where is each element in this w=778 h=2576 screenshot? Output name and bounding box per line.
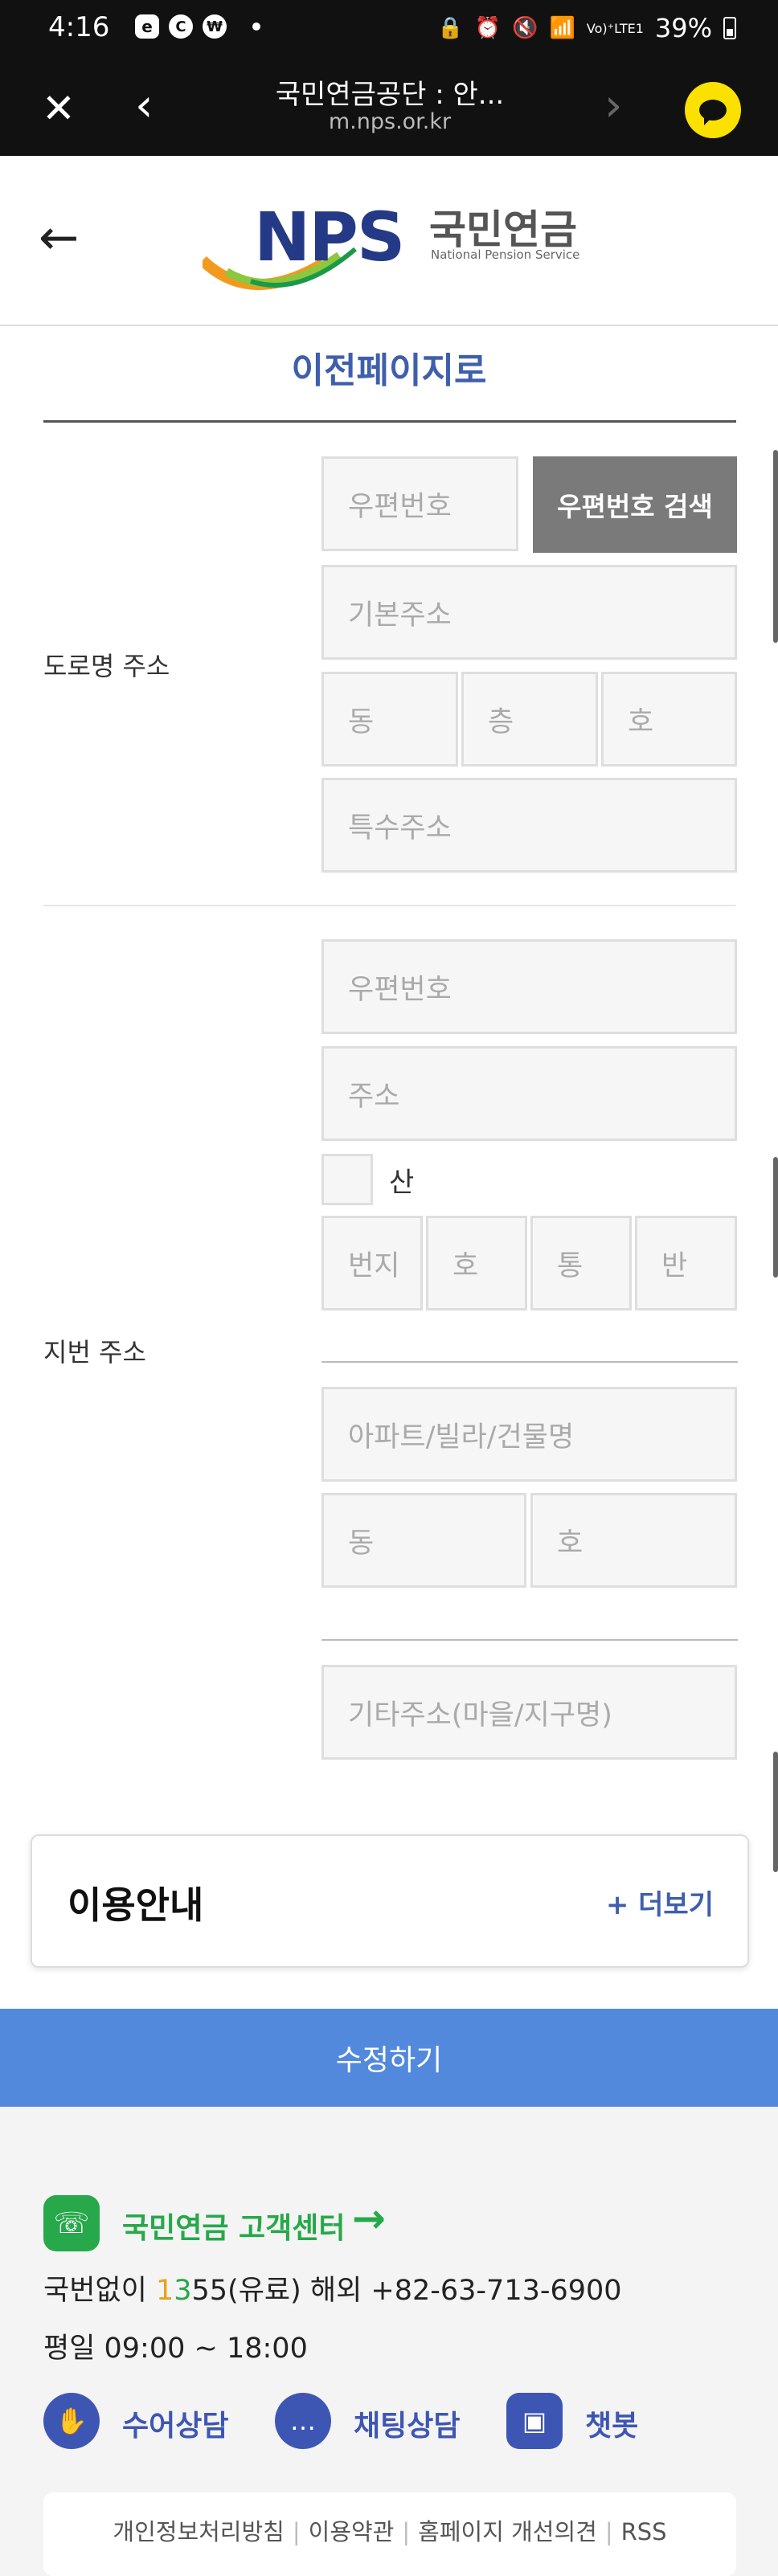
phone-digit-highlight: 3 — [174, 2275, 192, 2307]
logo-nps: NPS — [254, 198, 405, 276]
divider: | — [604, 2518, 613, 2545]
status-right: 🔒 ⏰ 🔇 📶 Vo)⁺LTE1 39% — [437, 13, 736, 43]
business-hours: 평일 09:00 ~ 18:00 — [43, 2333, 308, 2365]
wifi-icon: 📶 — [549, 16, 575, 40]
alarm-icon: ⏰ — [474, 16, 502, 40]
more-notifications-icon — [252, 22, 260, 31]
rss-link[interactable]: RSS — [621, 2518, 667, 2545]
usage-guide-title: 이용안내 — [68, 1883, 204, 1927]
status-bar: 4:16 e C ₩ 🔒 ⏰ 🔇 📶 Vo)⁺LTE1 39% — [0, 0, 778, 59]
close-icon[interactable]: ✕ — [42, 88, 76, 129]
browser-back-icon[interactable]: ‹ — [135, 84, 153, 129]
road-dong-field[interactable]: 동 — [321, 672, 458, 767]
postcode-search-button[interactable]: 우편번호 검색 — [533, 456, 737, 553]
arrow-right-icon[interactable]: → — [352, 2195, 386, 2242]
field-separator — [321, 1639, 738, 1641]
lot-tong-field[interactable]: 통 — [530, 1216, 632, 1310]
etc-address-field[interactable]: 기타주소(마을/지구명) — [321, 1665, 737, 1760]
footer: ☏ 국민연금 고객센터 → 국번없이 1355(유료) 해외 +82-63-71… — [0, 2107, 778, 2576]
edge-handle[interactable] — [773, 1752, 778, 1872]
customer-center-link[interactable]: 국민연금 고객센터 — [122, 2205, 346, 2247]
road-special-address-field[interactable]: 특수주소 — [321, 778, 737, 873]
edge-handle[interactable] — [773, 450, 778, 643]
phone-prefix: 국번없이 — [43, 2275, 156, 2307]
status-time: 4:16 — [48, 11, 110, 43]
usage-guide-panel: 이용안내 + 더보기 — [31, 1834, 749, 1968]
lot-ho-field[interactable]: 호 — [426, 1216, 527, 1310]
chatbot-link[interactable]: 챗봇 — [585, 2402, 638, 2444]
prev-page-link[interactable]: 이전페이지로 — [0, 341, 778, 393]
notification-icons: e C ₩ — [135, 14, 260, 39]
browser-toolbar: ✕ ‹ 국민연금공단 : 안... m.nps.or.kr › — [0, 59, 778, 156]
divider: | — [402, 2518, 411, 2545]
site-header: ← NPS 국민연금 National Pension Service — [0, 156, 778, 326]
back-arrow-icon[interactable]: ← — [39, 214, 79, 262]
lock-icon: 🔒 — [437, 16, 464, 40]
field-separator — [321, 1361, 738, 1363]
road-address-label: 도로명 주소 — [43, 651, 170, 681]
building-name-field[interactable]: 아파트/빌라/건물명 — [321, 1387, 737, 1482]
section-divider — [43, 420, 736, 423]
lot-ban-field[interactable]: 반 — [635, 1216, 737, 1310]
footer-links: 개인정보처리방침 | 이용약관 | 홈페이지 개선의견 | RSS — [43, 2492, 736, 2576]
modify-button[interactable]: 수정하기 — [0, 2009, 778, 2107]
section-divider — [43, 905, 736, 906]
won-app-icon: ₩ — [203, 14, 227, 39]
improvement-feedback-link[interactable]: 홈페이지 개선의견 — [418, 2518, 597, 2545]
phone-icon: ☏ — [43, 2195, 100, 2251]
battery-icon — [723, 17, 736, 39]
nps-logo[interactable]: NPS 국민연금 National Pension Service — [203, 194, 580, 299]
phone-rest: 55(유료) 해외 +82-63-713-6900 — [191, 2275, 622, 2307]
terms-link[interactable]: 이용약관 — [309, 2518, 395, 2545]
browser-url[interactable]: m.nps.or.kr — [233, 109, 547, 134]
edge-handle[interactable] — [773, 1157, 778, 1278]
logo-english: National Pension Service — [431, 247, 580, 262]
lot-address-label: 지번 주소 — [43, 1337, 146, 1368]
lot-postcode-field[interactable]: 우편번호 — [321, 939, 737, 1034]
phone-info: 국번없이 1355(유료) 해외 +82-63-713-6900 — [43, 2267, 622, 2308]
chat-consult-link[interactable]: 채팅상담 — [354, 2402, 460, 2444]
more-link[interactable]: + 더보기 — [606, 1883, 714, 1922]
privacy-policy-link[interactable]: 개인정보처리방침 — [113, 2518, 284, 2545]
lot-bunji-field[interactable]: 번지 — [321, 1216, 423, 1310]
road-postcode-field[interactable]: 우편번호 — [321, 456, 518, 551]
c-app-icon: C — [169, 14, 193, 39]
lot-address-field[interactable]: 주소 — [321, 1046, 737, 1141]
battery-level: 39% — [654, 13, 712, 43]
browser-forward-icon[interactable]: › — [604, 84, 622, 129]
mute-icon: 🔇 — [512, 16, 538, 40]
building-ho-field[interactable]: 호 — [530, 1493, 737, 1588]
road-basic-address-field[interactable]: 기본주소 — [321, 565, 737, 660]
mountain-checkbox-label: 산 — [389, 1167, 415, 1199]
kakaotalk-icon[interactable] — [685, 82, 741, 138]
phone-digit-highlight: 1 — [155, 2275, 174, 2307]
road-ho-field[interactable]: 호 — [601, 672, 737, 767]
sign-language-icon[interactable]: ✋ — [43, 2393, 100, 2449]
browser-page-title: 국민연금공단 : 안... — [275, 79, 505, 111]
chatbot-icon[interactable]: ▣ — [506, 2393, 563, 2449]
e-app-icon: e — [135, 14, 159, 39]
mountain-checkbox[interactable] — [321, 1154, 373, 1205]
sign-language-link[interactable]: 수어상담 — [122, 2402, 228, 2444]
footer-links-row: 개인정보처리방침 | 이용약관 | 홈페이지 개선의견 | RSS — [43, 2513, 736, 2547]
road-floor-field[interactable]: 층 — [461, 672, 598, 767]
network-type: Vo)⁺LTE1 — [586, 20, 644, 36]
divider: | — [292, 2518, 301, 2545]
chat-bubble-icon[interactable]: … — [275, 2393, 331, 2449]
building-dong-field[interactable]: 동 — [321, 1493, 526, 1588]
